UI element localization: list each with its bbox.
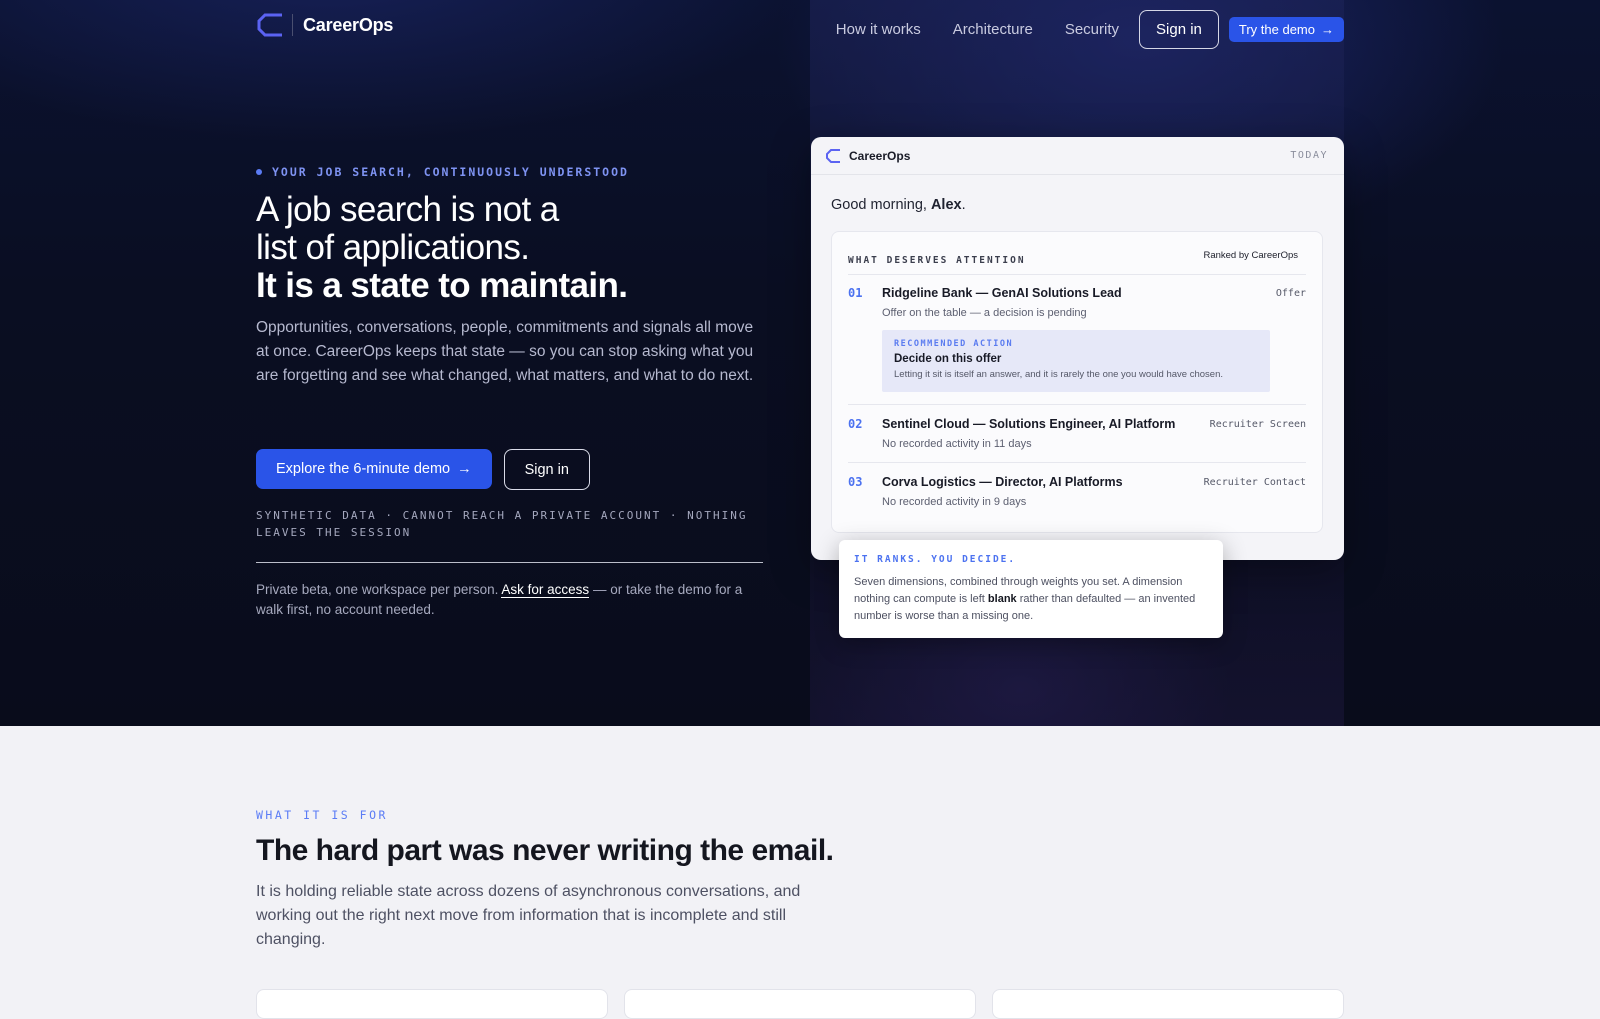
callout-text: Seven dimensions, combined through weigh… (854, 574, 1208, 625)
item-number: 01 (848, 286, 863, 300)
recommended-action-box[interactable]: RECOMMENDED ACTION Decide on this offer … (882, 330, 1270, 392)
arrow-right-icon: → (457, 461, 472, 477)
brand-name: CareerOps (303, 14, 394, 35)
ask-for-access-link[interactable]: Ask for access (501, 582, 590, 598)
hero-section: CareerOps How it works Architecture Secu… (0, 0, 1600, 726)
what-it-is-for-section: WHAT IT IS FOR The hard part was never w… (0, 726, 1600, 1019)
greeting-prefix: Good morning, (831, 197, 927, 213)
product-preview-panel: CareerOps TODAY Good morning, Alex. WHAT… (811, 137, 1344, 560)
headline-line-2: list of applications. (256, 228, 530, 267)
section-eyebrow: WHAT IT IS FOR (256, 808, 388, 822)
nav-link-how-it-works[interactable]: How it works (836, 21, 921, 38)
nav-link-architecture[interactable]: Architecture (953, 21, 1033, 38)
item-status: No recorded activity in 9 days (882, 496, 1027, 508)
callout-label: IT RANKS. YOU DECIDE. (854, 554, 1017, 565)
top-nav: CareerOps How it works Architecture Secu… (256, 10, 1344, 50)
recommended-action-label: RECOMMENDED ACTION (894, 339, 1014, 349)
item-number: 03 (848, 475, 863, 489)
attention-title: WHAT DESERVES ATTENTION (848, 255, 1026, 266)
hero-eyebrow: YOUR JOB SEARCH, CONTINUOUSLY UNDERSTOOD (256, 165, 629, 179)
headline-line-1: A job search is not a (256, 190, 559, 229)
item-status: Offer on the table — a decision is pendi… (882, 307, 1087, 319)
item-status: No recorded activity in 11 days (882, 438, 1032, 450)
logo-separator (292, 14, 293, 36)
nav-link-security[interactable]: Security (1065, 21, 1119, 38)
attention-divider (848, 404, 1306, 405)
hero-sign-in-button[interactable]: Sign in (503, 449, 590, 490)
headline-line-3: It is a state to maintain. (256, 266, 628, 305)
beta-note: Private beta, one workspace per person. … (256, 580, 766, 620)
careerops-logo-icon (257, 13, 282, 37)
nav-links: How it works Architecture Security Sign … (836, 10, 1344, 49)
try-demo-label: Try the demo (1238, 22, 1315, 37)
hero-cta-row: Explore the 6-minute demo → Sign in (256, 449, 590, 490)
explore-demo-label: Explore the 6-minute demo (276, 461, 451, 477)
section-body: It is holding reliable state across doze… (256, 883, 801, 948)
preview-today-label: TODAY (1290, 150, 1328, 161)
attention-card: WHAT DESERVES ATTENTION Ranked by Career… (831, 231, 1323, 533)
beta-prefix: Private beta, one workspace per person. (256, 582, 499, 597)
greeting-name: Alex (930, 197, 962, 213)
ranked-by-label: Ranked by CareerOps (1203, 250, 1298, 261)
preview-brand: CareerOps (825, 148, 910, 164)
try-demo-button[interactable]: Try the demo → (1228, 17, 1344, 42)
hero-fineprint: SYNTHETIC DATA · CANNOT REACH A PRIVATE … (256, 509, 748, 539)
item-title: Sentinel Cloud — Solutions Engineer, AI … (882, 417, 1176, 431)
preview-topbar: CareerOps TODAY (811, 137, 1344, 175)
item-number: 02 (848, 417, 863, 431)
item-stage-tag: Recruiter Screen (1209, 419, 1306, 430)
feature-card (992, 989, 1344, 1019)
recommended-action-title: Decide on this offer (894, 353, 1002, 365)
greeting-suffix: . (961, 197, 966, 213)
explore-demo-button[interactable]: Explore the 6-minute demo → (256, 449, 492, 489)
feature-card (256, 989, 608, 1019)
hero-divider (256, 562, 763, 563)
item-stage-tag: Offer (1275, 288, 1306, 299)
recommended-action-text: Letting it sit is itself an answer, and … (894, 369, 1223, 380)
arrow-right-icon: → (1321, 22, 1334, 37)
brand-logo[interactable]: CareerOps (256, 12, 393, 38)
section-title: The hard part was never writing the emai… (256, 834, 834, 867)
callout-text-bold: blank (987, 593, 1017, 605)
attention-divider (848, 274, 1306, 275)
item-title: Ridgeline Bank — GenAI Solutions Lead (882, 286, 1122, 300)
nav-sign-in-button[interactable]: Sign in (1139, 10, 1219, 49)
eyebrow-text: YOUR JOB SEARCH, CONTINUOUSLY UNDERSTOOD (272, 165, 629, 179)
feature-card (624, 989, 976, 1019)
attention-divider (848, 462, 1306, 463)
careerops-logo-icon (826, 149, 840, 163)
hero-lede: Opportunities, conversations, people, co… (256, 319, 754, 384)
item-title: Corva Logistics — Director, AI Platforms (882, 475, 1123, 489)
preview-brand-name: CareerOps (849, 149, 911, 163)
eyebrow-dot-icon (256, 169, 262, 175)
preview-greeting: Good morning, Alex. (831, 197, 966, 213)
hero-headline: A job search is not a list of applicatio… (256, 191, 776, 305)
ranking-callout: IT RANKS. YOU DECIDE. Seven dimensions, … (839, 540, 1223, 638)
item-stage-tag: Recruiter Contact (1203, 477, 1306, 488)
attention-header: WHAT DESERVES ATTENTION Ranked by Career… (848, 250, 1306, 268)
